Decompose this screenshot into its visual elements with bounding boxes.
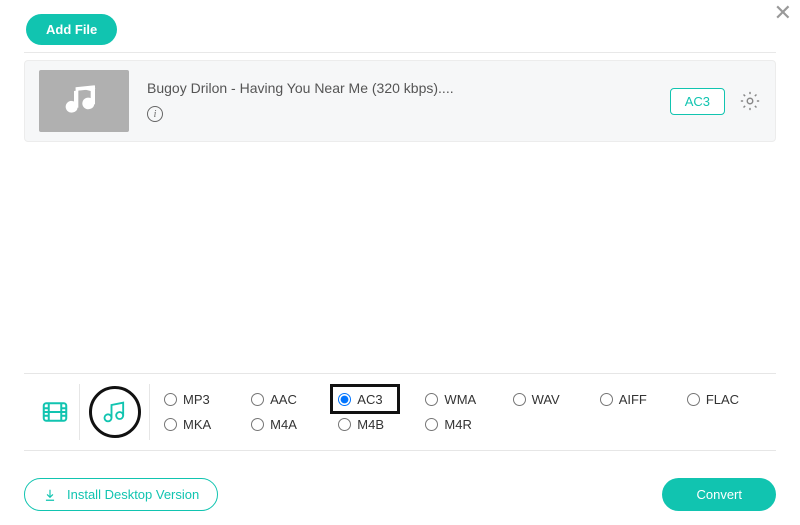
output-format-badge[interactable]: AC3	[670, 88, 725, 115]
format-label: AAC	[270, 392, 297, 407]
file-meta: Bugoy Drilon - Having You Near Me (320 k…	[147, 80, 670, 122]
music-note-icon	[64, 81, 104, 121]
download-icon	[43, 488, 57, 502]
gear-icon[interactable]	[739, 90, 761, 112]
format-option-wma[interactable]: WMA	[425, 392, 508, 407]
info-icon[interactable]: i	[147, 106, 163, 122]
format-option-m4b[interactable]: M4B	[338, 417, 421, 432]
bottom-bar: Install Desktop Version Convert	[24, 478, 776, 511]
format-radio-aac[interactable]	[251, 393, 264, 406]
install-desktop-label: Install Desktop Version	[67, 487, 199, 502]
format-radio-mka[interactable]	[164, 418, 177, 431]
close-icon[interactable]: ✕	[774, 2, 792, 24]
format-radio-flac[interactable]	[687, 393, 700, 406]
format-label: MP3	[183, 392, 210, 407]
audio-icon	[101, 398, 129, 426]
format-label: WMA	[444, 392, 476, 407]
format-option-mka[interactable]: MKA	[164, 417, 247, 432]
convert-button[interactable]: Convert	[662, 478, 776, 511]
format-radio-wav[interactable]	[513, 393, 526, 406]
format-option-flac[interactable]: FLAC	[687, 392, 770, 407]
file-title: Bugoy Drilon - Having You Near Me (320 k…	[147, 80, 670, 96]
format-radio-m4b[interactable]	[338, 418, 351, 431]
format-label: FLAC	[706, 392, 739, 407]
format-label: AC3	[357, 392, 382, 407]
format-option-aac[interactable]: AAC	[251, 392, 334, 407]
format-option-ac3[interactable]: AC3	[338, 392, 421, 407]
format-radio-m4a[interactable]	[251, 418, 264, 431]
format-radio-m4r[interactable]	[425, 418, 438, 431]
format-label: WAV	[532, 392, 560, 407]
format-selection-bar: MP3 AAC AC3 WMA WAV AIFF FLAC MKA M4A M4B M4R	[24, 373, 776, 451]
format-option-wav[interactable]: WAV	[513, 392, 596, 407]
file-thumbnail	[39, 70, 129, 132]
format-option-mp3[interactable]: MP3	[164, 392, 247, 407]
format-label: M4R	[444, 417, 471, 432]
file-row: Bugoy Drilon - Having You Near Me (320 k…	[24, 60, 776, 142]
format-label: MKA	[183, 417, 211, 432]
file-row-actions: AC3	[670, 88, 761, 115]
divider	[24, 52, 776, 53]
format-radio-mp3[interactable]	[164, 393, 177, 406]
add-file-button[interactable]: Add File	[26, 14, 117, 45]
format-label: M4B	[357, 417, 384, 432]
video-category[interactable]	[30, 384, 80, 440]
format-option-aiff[interactable]: AIFF	[600, 392, 683, 407]
audio-category[interactable]	[80, 384, 150, 440]
format-radio-wma[interactable]	[425, 393, 438, 406]
format-option-m4a[interactable]: M4A	[251, 417, 334, 432]
format-label: AIFF	[619, 392, 647, 407]
format-radio-ac3[interactable]	[338, 393, 351, 406]
formats-grid: MP3 AAC AC3 WMA WAV AIFF FLAC MKA M4A M4B M4R	[150, 392, 770, 432]
format-radio-aiff[interactable]	[600, 393, 613, 406]
format-option-m4r[interactable]: M4R	[425, 417, 508, 432]
video-icon	[40, 397, 70, 427]
format-label: M4A	[270, 417, 297, 432]
install-desktop-button[interactable]: Install Desktop Version	[24, 478, 218, 511]
